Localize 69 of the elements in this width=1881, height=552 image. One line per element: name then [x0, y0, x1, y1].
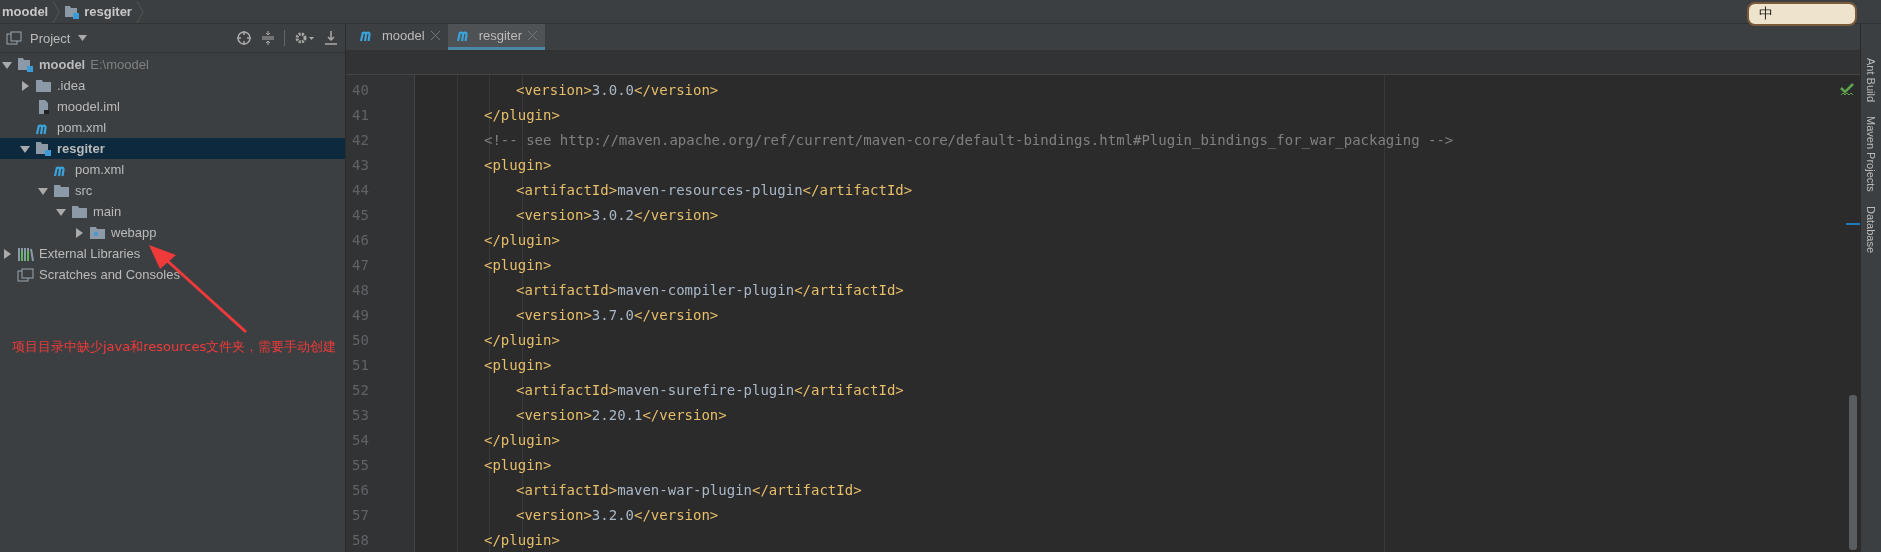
- folder-icon: [89, 225, 106, 240]
- tree-item[interactable]: main: [0, 201, 345, 222]
- editor-tab[interactable]: resgiter: [447, 24, 545, 50]
- expand-arrow-icon[interactable]: [20, 143, 30, 154]
- chevron-icon: [52, 0, 61, 23]
- folder-icon: [53, 183, 70, 198]
- code-line: <version>3.7.0</version>: [516, 306, 719, 323]
- code-line: <artifactId>maven-resources-plugin</artifactId>: [516, 181, 913, 198]
- scrollbar-thumb[interactable]: [1849, 395, 1857, 550]
- code-line: <!-- see http://maven.apache.org/ref/current/maven-core/default-bindings.html#Plugin_bindings_for_war_packaging -->: [484, 131, 1454, 148]
- close-icon[interactable]: [430, 30, 440, 40]
- tool-window-button[interactable]: Database: [1865, 205, 1877, 253]
- code-line: <plugin>: [484, 256, 552, 273]
- code-line: </plugin>: [484, 531, 560, 548]
- error-stripe-mark: [1846, 223, 1860, 225]
- module-folder-icon: [64, 4, 81, 19]
- code-line: </plugin>: [484, 231, 560, 248]
- editor-tab[interactable]: moodel: [351, 24, 448, 50]
- expand-arrow-icon[interactable]: [2, 248, 12, 259]
- chevron-icon: [135, 0, 144, 23]
- breadcrumb-item[interactable]: moodel: [2, 4, 49, 19]
- code-line: <version>2.20.1</version>: [516, 406, 727, 423]
- code-line: <artifactId>maven-surefire-plugin</artifactId>: [516, 381, 904, 398]
- code-line: <version>3.0.0</version>: [516, 81, 719, 98]
- code-line: <version>3.0.2</version>: [516, 206, 719, 223]
- expand-arrow-icon[interactable]: [38, 185, 48, 196]
- project-view-dropdown[interactable]: Project: [30, 30, 88, 46]
- tree-item[interactable]: .idea: [0, 75, 345, 96]
- collapse-all-icon[interactable]: [260, 30, 276, 46]
- tree-item[interactable]: pom.xml: [0, 117, 345, 138]
- code-line: <plugin>: [484, 456, 552, 473]
- scratches-icon: [17, 267, 34, 282]
- checkmark-icon: [1840, 83, 1854, 97]
- expand-arrow-icon[interactable]: [2, 59, 12, 70]
- path-label: E:\moodel: [90, 57, 149, 72]
- tree-item[interactable]: External Libraries: [0, 243, 345, 264]
- module-folder-icon: [17, 57, 34, 72]
- project-view-icon: [6, 31, 22, 45]
- code-line: </plugin>: [484, 431, 560, 448]
- code-line: </plugin>: [484, 106, 560, 123]
- expand-arrow-icon[interactable]: [20, 80, 30, 91]
- tree-item[interactable]: moodel E:\moodel: [0, 54, 345, 75]
- libraries-icon: [17, 246, 34, 261]
- code-line: <artifactId>maven-compiler-plugin</artifactId>: [516, 281, 904, 298]
- folder-icon: [71, 204, 88, 219]
- code-line: <artifactId>maven-war-plugin</artifactId>: [516, 481, 862, 498]
- expand-arrow-icon[interactable]: [74, 227, 84, 238]
- hide-panel-icon[interactable]: [323, 30, 339, 46]
- breadcrumb-item[interactable]: resgiter: [84, 4, 132, 19]
- target-icon[interactable]: [236, 30, 252, 46]
- tool-window-button[interactable]: Ant Build: [1865, 58, 1877, 103]
- settings-icon[interactable]: [293, 30, 315, 46]
- expand-arrow-icon[interactable]: [56, 206, 66, 217]
- caret-icon: [78, 35, 88, 41]
- code-line: <plugin>: [484, 156, 552, 173]
- tree-item[interactable]: pom.xml: [0, 159, 345, 180]
- code-line: </plugin>: [484, 331, 560, 348]
- module-folder-icon: [35, 141, 52, 156]
- tree-item[interactable]: resgiter: [0, 138, 345, 159]
- code-line: <plugin>: [484, 356, 552, 373]
- ime-toolbar[interactable]: 中: [1747, 2, 1857, 26]
- tool-window-button[interactable]: Maven Projects: [1865, 116, 1877, 192]
- tree-item[interactable]: src: [0, 180, 345, 201]
- folder-icon: [35, 78, 52, 93]
- annotation-text: 项目目录中缺少java和resources文件夹，需要手动创建: [12, 338, 337, 356]
- tree-item[interactable]: webapp: [0, 222, 345, 243]
- tree-item[interactable]: moodel.iml: [0, 96, 345, 117]
- tree-item[interactable]: Scratches and Consoles: [0, 264, 345, 285]
- code-line: <version>3.2.0</version>: [516, 506, 719, 523]
